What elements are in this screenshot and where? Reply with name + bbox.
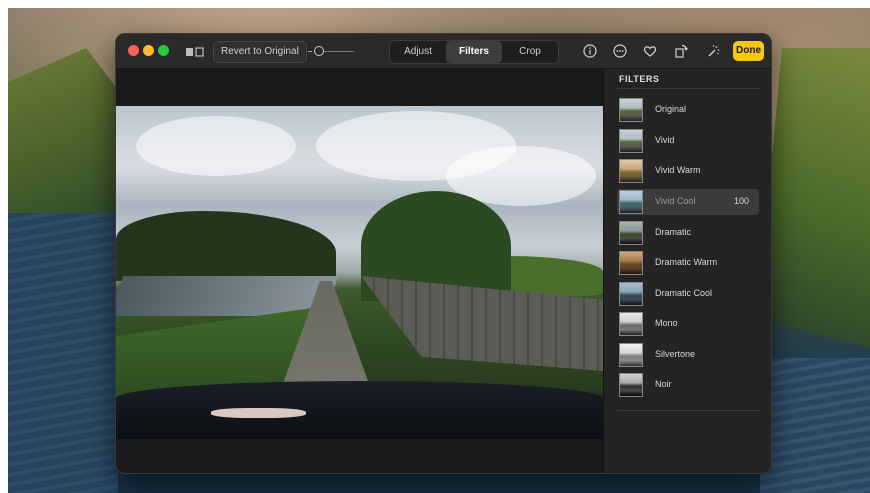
filter-vivid-warm[interactable]: Vivid Warm [617,158,759,184]
filter-intensity-value[interactable]: 100 [734,196,749,206]
filter-thumbnail [619,251,643,275]
rotate-icon[interactable] [673,43,689,59]
filter-dramatic-cool[interactable]: Dramatic Cool [617,281,759,307]
filter-noir[interactable]: Noir [617,372,759,398]
toolbar: Revert to Original Adjust Filters Crop D… [116,34,771,69]
filter-dramatic-warm[interactable]: Dramatic Warm [617,250,759,276]
zoom-slider-min-mark [308,51,312,52]
filter-label: Original [655,104,687,114]
photo-foreground [116,381,603,439]
minimize-window-button[interactable] [143,45,154,56]
filter-thumbnail [619,221,643,245]
filter-thumbnail [619,190,643,214]
panel-title: FILTERS [619,74,660,84]
magic-wand-icon[interactable] [705,43,721,59]
wallpaper-sea-left [8,213,118,493]
wallpaper-sea-right [760,358,870,493]
heart-icon[interactable] [642,43,658,59]
photo-canvas [116,69,603,473]
photos-edit-window: Revert to Original Adjust Filters Crop D… [115,33,772,474]
filter-thumbnail [619,98,643,122]
divider [617,88,760,89]
filter-label: Mono [655,318,678,328]
close-window-button[interactable] [128,45,139,56]
filter-label: Dramatic Warm [655,257,718,267]
filter-label: Vivid [655,135,675,145]
filter-mono[interactable]: Mono [617,311,759,337]
filter-label: Vivid Warm [655,165,701,175]
done-button[interactable]: Done [733,41,764,61]
photo-trees-left [116,211,336,281]
more-icon[interactable] [612,43,628,59]
info-icon[interactable] [582,43,598,59]
filter-dramatic[interactable]: Dramatic [617,220,759,246]
filter-thumbnail [619,282,643,306]
wallpaper-hill-right [760,48,870,348]
filter-label: Noir [655,379,672,389]
filter-label: Dramatic Cool [655,288,713,298]
filter-thumbnail [619,159,643,183]
filter-label: Vivid Cool [655,196,696,206]
zoom-slider-knob[interactable] [314,46,324,56]
filter-original[interactable]: Original [617,97,759,123]
filter-label: Dramatic [655,227,692,237]
filter-thumbnail [619,312,643,336]
compare-icon[interactable] [185,45,205,57]
filter-thumbnail [619,129,643,153]
filter-vivid[interactable]: Vivid [617,128,759,154]
edit-mode-tabs: Adjust Filters Crop [389,40,559,64]
photo-hand [211,408,306,418]
zoom-window-button[interactable] [158,45,169,56]
revert-to-original-button[interactable]: Revert to Original [213,41,307,63]
tab-filters[interactable]: Filters [446,41,502,63]
filter-thumbnail [619,343,643,367]
filters-panel: FILTERS Original Vivid Vivid Warm Vivid … [603,69,771,473]
zoom-slider[interactable] [308,45,354,57]
tab-adjust[interactable]: Adjust [390,41,446,63]
filter-vivid-cool[interactable]: Vivid Cool 100 [617,189,759,215]
filter-silvertone[interactable]: Silvertone [617,342,759,368]
filter-thumbnail [619,373,643,397]
photo-cloud [136,116,296,176]
filter-label: Silvertone [655,349,696,359]
divider [617,410,760,411]
tab-crop[interactable]: Crop [502,41,558,63]
edited-photo[interactable] [116,106,603,439]
